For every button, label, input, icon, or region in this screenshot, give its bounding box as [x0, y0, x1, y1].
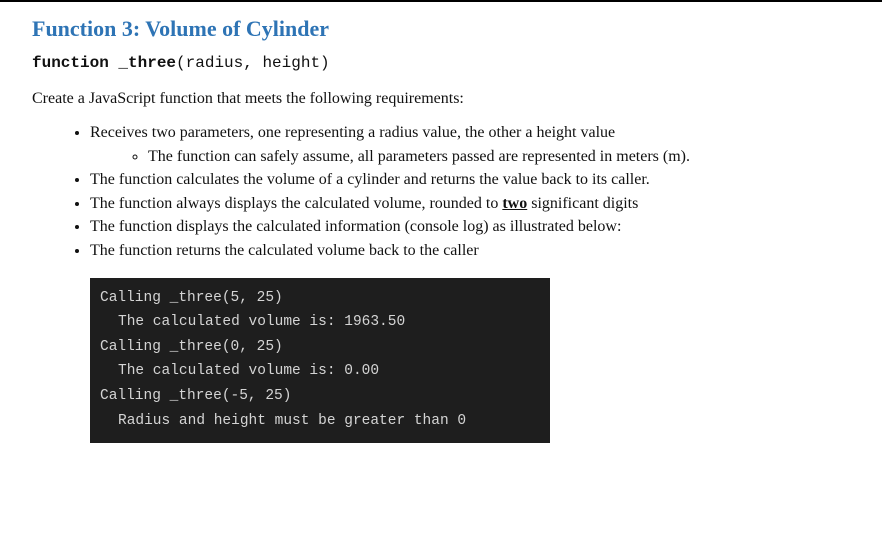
console-line: Calling _three(0, 25)	[90, 335, 550, 360]
section-heading: Function 3: Volume of Cylinder	[32, 16, 850, 42]
console-line: The calculated volume is: 1963.50	[90, 310, 550, 335]
list-item: The function calculates the volume of a …	[90, 169, 850, 191]
list-item: The function returns the calculated volu…	[90, 240, 850, 262]
list-item: The function always displays the calcula…	[90, 193, 850, 215]
console-line: Calling _three(-5, 25)	[90, 384, 550, 409]
console-wrapper: Calling _three(5, 25) The calculated vol…	[32, 278, 850, 444]
function-params: (radius, height)	[176, 54, 330, 72]
bullet-text-pre: The function always displays the calcula…	[90, 195, 502, 212]
signature-space	[109, 54, 119, 72]
console-line: The calculated volume is: 0.00	[90, 359, 550, 384]
bullet-text-underline: two	[502, 195, 527, 212]
list-item: The function can safely assume, all para…	[148, 146, 850, 168]
console-line: Calling _three(5, 25)	[90, 286, 550, 311]
bullet-text: Receives two parameters, one representin…	[90, 124, 615, 141]
keyword-function: function	[32, 54, 109, 72]
bullet-text-post: significant digits	[527, 195, 638, 212]
sub-list: The function can safely assume, all para…	[90, 146, 850, 168]
document-page: Function 3: Volume of Cylinder function …	[0, 0, 882, 467]
list-item: Receives two parameters, one representin…	[90, 122, 850, 167]
console-line: Radius and height must be greater than 0	[90, 409, 550, 434]
requirements-list: Receives two parameters, one representin…	[32, 122, 850, 262]
function-name: _three	[118, 54, 176, 72]
intro-text: Create a JavaScript function that meets …	[32, 90, 850, 108]
console-output: Calling _three(5, 25) The calculated vol…	[90, 278, 550, 444]
list-item: The function displays the calculated inf…	[90, 216, 850, 238]
function-signature: function _three(radius, height)	[32, 54, 850, 72]
